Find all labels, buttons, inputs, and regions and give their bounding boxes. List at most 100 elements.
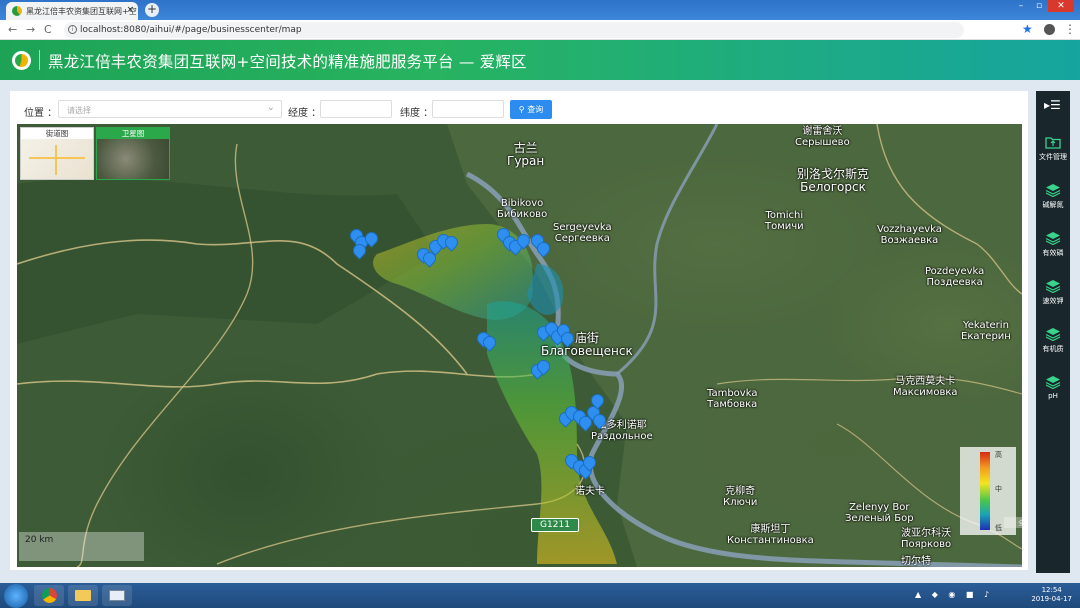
browser-menu-icon[interactable]: ⋮ — [1064, 22, 1076, 36]
place-label: 马克西莫夫卡 Максимовка — [893, 376, 958, 398]
browser-tab-strip: 黑龙江倍丰农资集团互联网+空 × + – ▫ ✕ — [0, 0, 1080, 20]
road-shield: G1211 — [531, 518, 579, 532]
account-avatar-icon[interactable] — [1044, 24, 1055, 35]
layers-icon — [1045, 328, 1061, 341]
place-label: 康斯坦丁 Константиновка — [727, 524, 814, 546]
layers-icon — [1045, 376, 1061, 389]
place-label: 克柳奇 Ключи — [723, 486, 758, 508]
place-label: Sergeyevka Сергеевка — [553, 222, 612, 244]
road — [17, 370, 538, 388]
tab-close-icon[interactable]: × — [126, 5, 134, 15]
place-label: Vozzhayevka Возжаевка — [877, 224, 942, 246]
longitude-input[interactable] — [320, 100, 392, 118]
taskbar-clock[interactable]: 12:54 2019-04-17 — [1031, 586, 1072, 604]
layers-icon — [1045, 184, 1061, 197]
company-logo — [12, 51, 31, 70]
url-text: localhost:8080/aihui/#/page/businesscent… — [80, 25, 302, 35]
place-label: Zelenyy Bor Зеленый Бор — [845, 502, 914, 524]
map-overlay-graphics — [17, 124, 1022, 567]
map-scale: 20 km — [19, 532, 144, 561]
tool-label: 速效钾 — [1042, 297, 1064, 305]
layers-icon — [1045, 232, 1061, 245]
satellite-map-label: 卫星图 — [97, 128, 169, 139]
location-placeholder: 请选择 — [67, 106, 91, 115]
window-close-icon[interactable]: ✕ — [1048, 0, 1074, 12]
new-tab-button[interactable]: + — [145, 3, 159, 17]
place-label: Tomichi Томичи — [765, 210, 804, 232]
latitude-input[interactable] — [432, 100, 504, 118]
os-taskbar: ▲ ◆ ◉ ■ ♪ 12:54 2019-04-17 — [0, 583, 1080, 608]
clock-date: 2019-04-17 — [1031, 595, 1072, 603]
road — [216, 443, 586, 565]
satellite-map[interactable]: 谢雷舍沃 Серышево 古兰 Гуран 别洛戈尔斯克 Белогорск Bib… — [17, 124, 1022, 567]
window-taskbar-icon[interactable] — [102, 585, 132, 606]
chevron-down-icon: ⌄ — [266, 102, 275, 113]
longitude-label: 经度 ： — [288, 108, 322, 119]
fullscreen-map-button[interactable]: 全屏地图 — [1004, 517, 1022, 528]
layers-icon — [1045, 280, 1061, 293]
tool-file-manage[interactable]: 文件管理 — [1036, 135, 1070, 162]
place-label: Yekaterin Екатерин — [961, 320, 1011, 342]
folder-upload-icon — [1045, 137, 1061, 149]
tool-label: 有效磷 — [1042, 249, 1064, 257]
place-label: Bibikovo Бибиково — [497, 198, 548, 220]
forward-arrow-icon[interactable]: → — [26, 23, 35, 36]
header-divider — [39, 50, 40, 70]
system-tray-icons[interactable]: ▲ ◆ ◉ ■ ♪ — [915, 590, 993, 599]
legend-high: 高 — [995, 451, 1002, 459]
location-select[interactable]: 请选择 ⌄ — [58, 100, 282, 118]
tool-ph[interactable]: pH — [1036, 375, 1070, 400]
place-label: Tambovka Тамбовка — [707, 388, 758, 410]
info-icon[interactable]: i — [68, 25, 77, 34]
collapse-panel-icon[interactable]: ▸☰ — [1044, 98, 1061, 112]
minimize-icon[interactable]: – — [1012, 0, 1030, 12]
tool-label: 碱解氮 — [1042, 201, 1064, 209]
browser-tab[interactable]: 黑龙江倍丰农资集团互联网+空 × — [6, 2, 138, 20]
app-header: 黑龙江倍丰农资集团互联网+空间技术的精准施肥服务平台 — 爱辉区 — [0, 40, 1080, 80]
place-label: 波亚尔科沃 Поярково — [901, 528, 952, 550]
place-label: 别洛戈尔斯克 Белогорск — [797, 167, 870, 194]
tool-available-k[interactable]: 速效钾 — [1036, 279, 1070, 306]
map-type-switcher: 街道图 卫星图 — [20, 127, 171, 180]
place-label: 诺夫卡 — [575, 486, 605, 497]
tool-label: 有机质 — [1042, 345, 1064, 353]
legend-color-bar — [980, 452, 990, 530]
reload-icon[interactable]: C — [44, 23, 52, 36]
street-map-toggle[interactable]: 街道图 — [20, 127, 94, 180]
filter-bar: 位置 ： 请选择 ⌄ 经度 ： 纬度 ： ⚲ 查询 — [10, 91, 1028, 123]
tool-label: pH — [1048, 392, 1058, 400]
street-map-label: 街道图 — [21, 128, 93, 139]
place-label: 谢雷舍沃 Серышево — [795, 126, 850, 148]
start-button[interactable] — [4, 584, 28, 608]
satellite-map-thumbnail — [97, 139, 169, 179]
legend-low: 低 — [995, 524, 1002, 532]
tool-panel: ▸☰ 文件管理 碱解氮 有效磷 速效钾 有机质 pH — [1036, 91, 1070, 573]
tool-alkali-n[interactable]: 碱解氮 — [1036, 183, 1070, 210]
tool-label: 文件管理 — [1039, 153, 1067, 161]
query-button-label: 查询 — [527, 105, 544, 114]
url-field[interactable]: i localhost:8080/aihui/#/page/businessce… — [64, 22, 964, 38]
legend-mid: 中 — [995, 485, 1002, 493]
back-arrow-icon[interactable]: ← — [8, 23, 17, 36]
favicon-icon — [12, 6, 22, 16]
place-label: Pozdeyevka Поздеевка — [925, 266, 985, 288]
maximize-icon[interactable]: ▫ — [1030, 0, 1048, 12]
location-label: 位置 ： — [24, 108, 58, 119]
latitude-label: 纬度 ： — [400, 108, 434, 119]
address-bar-row: ← → C i localhost:8080/aihui/#/page/busi… — [0, 20, 1080, 40]
tool-available-p[interactable]: 有效磷 — [1036, 231, 1070, 258]
page-title: 黑龙江倍丰农资集团互联网+空间技术的精准施肥服务平台 — 爱辉区 — [48, 53, 527, 71]
place-label: 切尔特 — [901, 556, 931, 567]
chrome-taskbar-icon[interactable] — [34, 585, 64, 606]
window-controls: – ▫ ✕ — [1012, 0, 1074, 14]
street-map-thumbnail — [21, 139, 93, 179]
clock-time: 12:54 — [1041, 586, 1062, 594]
star-icon[interactable]: ★ — [1022, 22, 1033, 36]
tool-organic-matter[interactable]: 有机质 — [1036, 327, 1070, 354]
search-icon: ⚲ — [518, 105, 528, 114]
folder-taskbar-icon[interactable] — [68, 585, 98, 606]
tab-title: 黑龙江倍丰农资集团互联网+空 — [26, 7, 137, 16]
satellite-map-toggle[interactable]: 卫星图 — [96, 127, 170, 180]
query-button[interactable]: ⚲ 查询 — [510, 100, 552, 119]
place-label: 古兰 Гуран — [507, 141, 545, 168]
